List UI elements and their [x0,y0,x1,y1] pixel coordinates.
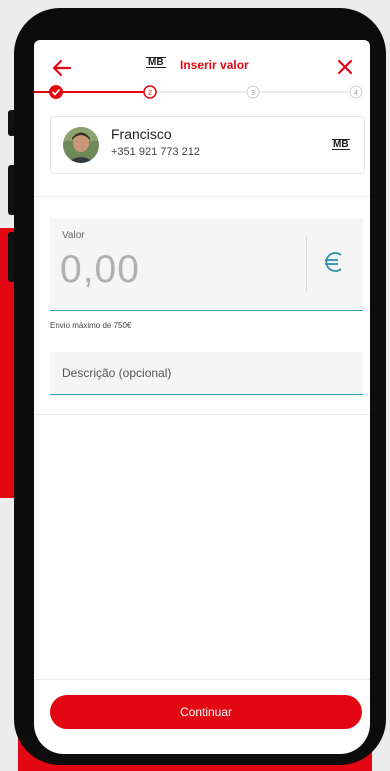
step-label: 4 [354,90,358,97]
field-divider [306,236,307,292]
step-4: 4 [349,85,363,99]
close-icon[interactable] [334,56,356,78]
contact-card[interactable]: Francisco +351 921 773 212 MB [50,116,365,174]
step-label: 3 [251,90,255,97]
divider [34,414,370,415]
description-placeholder: Descrição (opcional) [62,366,172,380]
avatar [63,127,99,163]
continue-button[interactable]: Continuar [50,695,362,729]
divider [34,196,370,197]
footer-divider [34,679,370,680]
contact-name: Francisco [111,126,172,142]
arrow-left-icon[interactable] [50,56,74,80]
euro-icon[interactable] [321,248,345,276]
progress-stepper: 2 3 4 [34,85,363,99]
page-title: Inserir valor [180,58,249,72]
step-3: 3 [246,85,260,99]
description-field[interactable]: Descrição (opcional) [50,352,363,395]
step-2-current: 2 [143,85,157,99]
contact-phone: +351 921 773 212 [111,146,201,158]
amount-label: Valor [62,230,85,241]
step-label: 2 [148,90,152,97]
app-header: MB Inserir valor 2 3 4 [34,40,370,100]
step-1-completed [49,85,63,99]
amount-limit-text: Envio máximo de 750€ [50,321,132,330]
app-screen: MB Inserir valor 2 3 4 Francisco +351 92… [34,40,370,754]
mb-badge: MB [332,139,350,150]
mb-logo: MB [146,57,166,68]
amount-field[interactable]: Valor 0,00 [50,218,363,311]
amount-value[interactable]: 0,00 [60,248,140,292]
